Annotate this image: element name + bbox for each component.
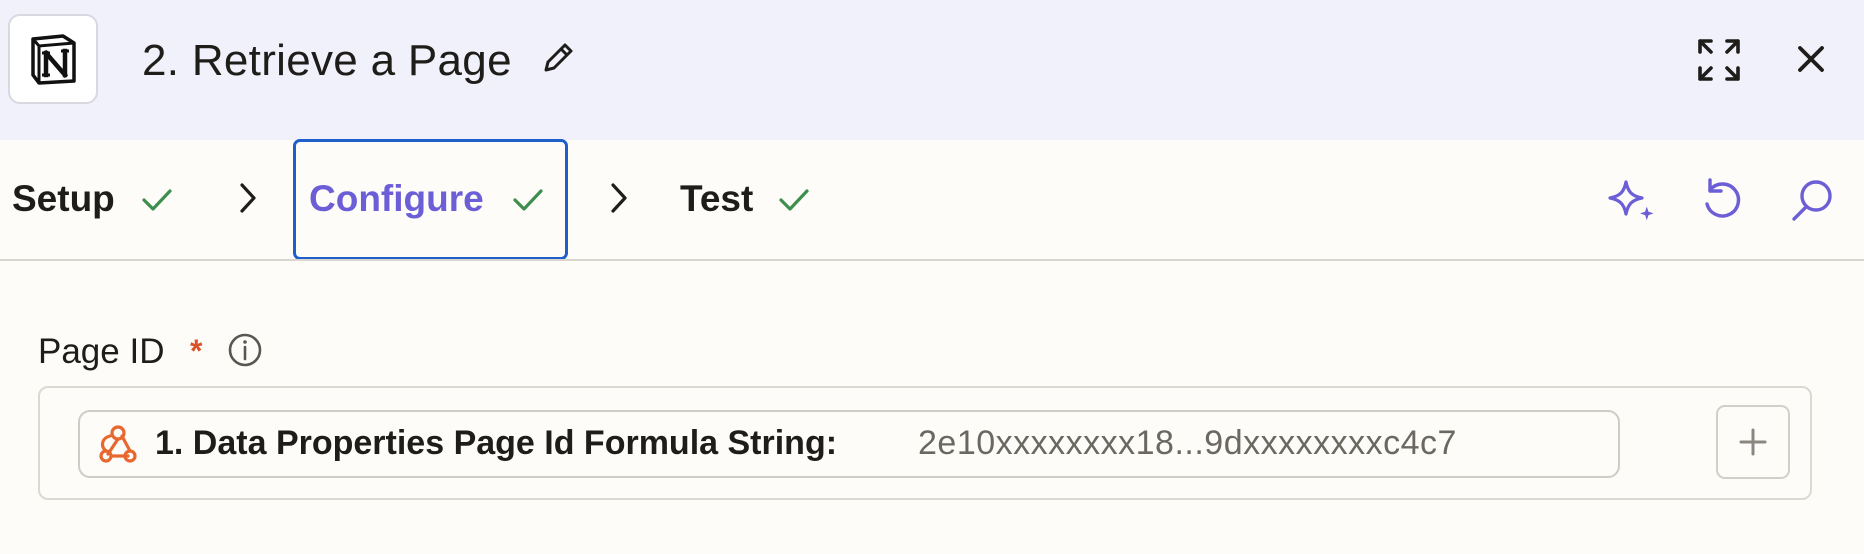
notion-logo-icon xyxy=(8,14,98,104)
edit-title-pencil-icon[interactable] xyxy=(540,40,576,81)
tabs-divider xyxy=(0,259,1864,261)
step-tabs xyxy=(0,140,1864,260)
chevron-right-icon xyxy=(238,181,258,220)
chevron-right-icon xyxy=(609,181,629,220)
undo-icon[interactable] xyxy=(1698,176,1746,229)
tab-test[interactable]: Test xyxy=(680,177,753,221)
required-mark: * xyxy=(190,333,203,369)
page-id-label: Page ID xyxy=(38,332,165,371)
close-icon[interactable] xyxy=(1796,44,1826,79)
search-icon[interactable] xyxy=(1788,176,1838,229)
info-icon[interactable] xyxy=(227,332,263,373)
setup-check-icon xyxy=(141,186,173,219)
sparkle-icon[interactable] xyxy=(1606,176,1660,229)
step-title[interactable]: 2. Retrieve a Page xyxy=(142,34,512,88)
expand-icon[interactable] xyxy=(1697,38,1741,87)
test-check-icon xyxy=(778,186,810,219)
tab-configure[interactable]: Configure xyxy=(309,177,484,221)
pill-label: 1. Data Properties Page Id Formula Strin… xyxy=(155,424,838,462)
webhook-icon xyxy=(96,424,140,469)
tab-setup[interactable]: Setup xyxy=(12,177,115,221)
pill-value: 2e10xxxxxxxx18...9dxxxxxxxxc4c7 xyxy=(918,424,1457,462)
configure-check-icon xyxy=(512,186,544,219)
add-button[interactable] xyxy=(1716,405,1790,479)
plus-icon xyxy=(1739,428,1767,456)
